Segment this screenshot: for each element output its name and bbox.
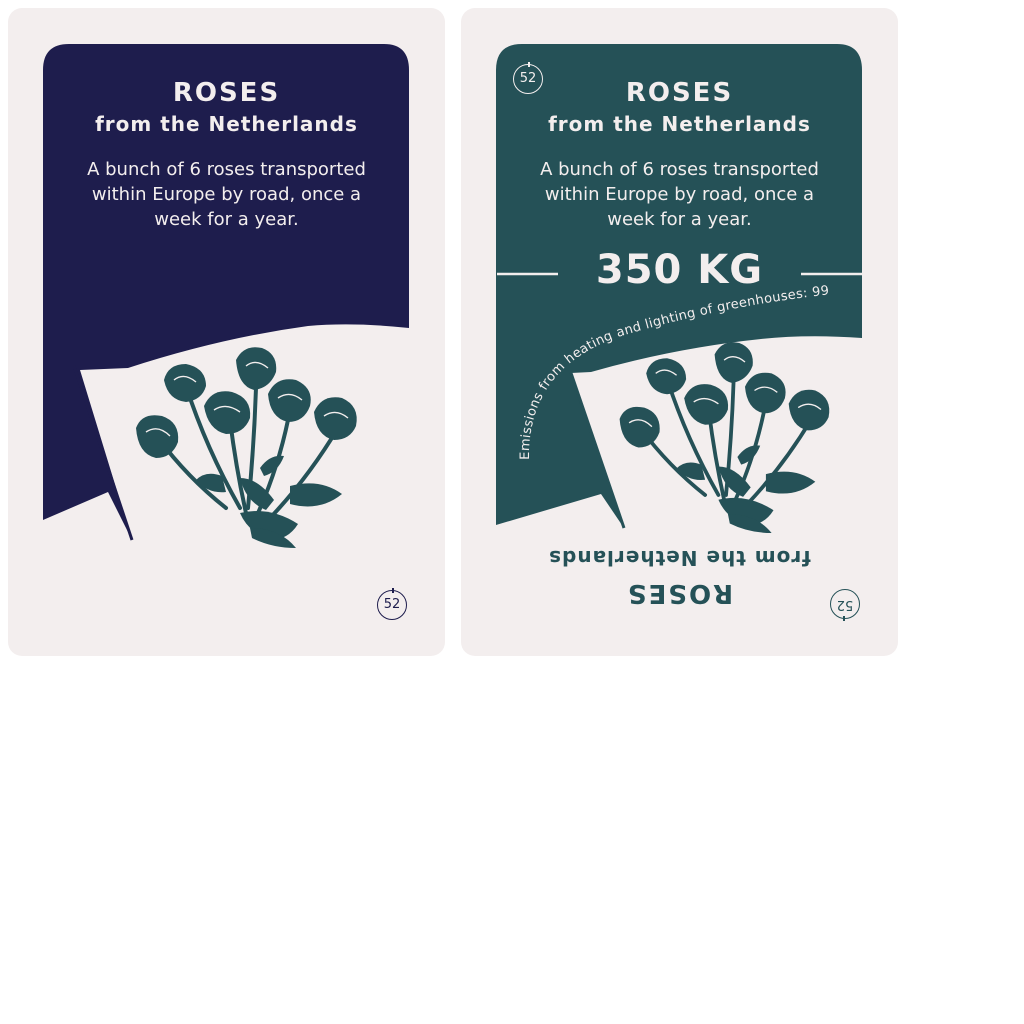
card-number-badge: 52 xyxy=(377,588,407,620)
card-description: A bunch of 6 roses transported within Eu… xyxy=(540,159,819,230)
card-back[interactable]: Emissions from heating and lighting of g… xyxy=(461,8,898,656)
flipped-card-number-badge: 52 xyxy=(830,589,860,619)
card-front[interactable]: ROSES from the Netherlands A bunch of 6 … xyxy=(8,8,445,656)
card-description: A bunch of 6 roses transported within Eu… xyxy=(87,159,366,230)
card-title: ROSES xyxy=(625,78,734,108)
rose-bouquet-icon xyxy=(619,342,830,533)
card-subtitle: from the Netherlands xyxy=(548,112,811,136)
rose-bouquet-icon xyxy=(136,347,357,548)
card-subtitle: from the Netherlands xyxy=(95,112,358,136)
flipped-card-title: ROSES xyxy=(625,578,734,608)
emissions-value: 350 KG xyxy=(595,247,764,293)
card-title: ROSES xyxy=(172,78,281,108)
flipped-card-subtitle: from the Netherlands xyxy=(548,546,811,570)
